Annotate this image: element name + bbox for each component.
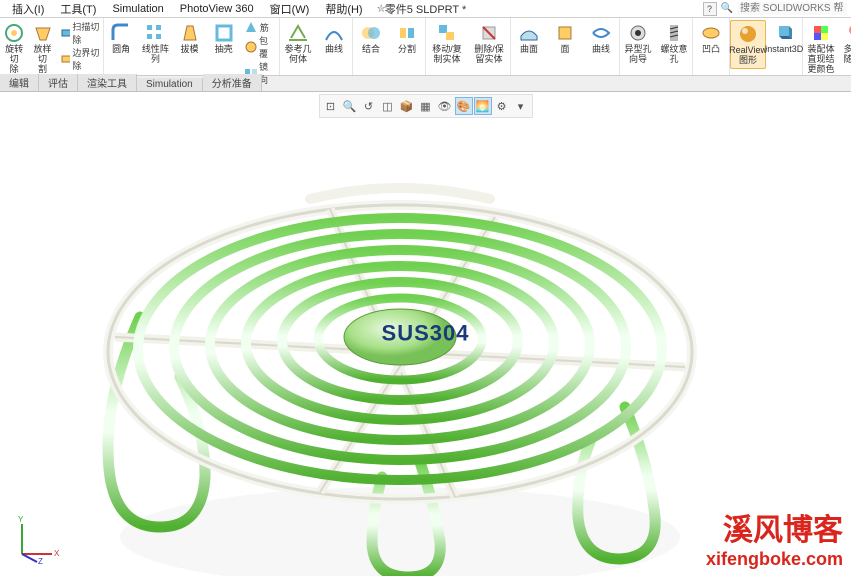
wrap-button[interactable]: 包覆	[244, 34, 276, 60]
watermark: 溪风博客 xifengboke.com	[706, 505, 843, 570]
shell-button[interactable]: 抽壳	[207, 20, 241, 57]
menu-help[interactable]: 帮助(H)	[317, 0, 370, 18]
menu-tools[interactable]: 工具(T)	[52, 0, 104, 18]
svg-text:X: X	[54, 549, 60, 558]
move-copy-body-button[interactable]: 移动/复 制实体	[426, 20, 468, 67]
tab-simulation[interactable]: Simulation	[137, 78, 203, 91]
svg-text:Y: Y	[18, 515, 24, 524]
boundary-cut-button[interactable]: 边界切除	[60, 46, 100, 72]
cut-side-col: 扫描切除 边界切除	[57, 20, 103, 72]
ribbon-group-view: RealView 图形 Instant3D	[730, 18, 803, 75]
menu-photoview[interactable]: PhotoView 360	[172, 2, 262, 16]
apply-scene-icon[interactable]: 🌅	[474, 97, 492, 115]
display-style-icon[interactable]: ▦	[417, 97, 435, 115]
tab-edit[interactable]: 编辑	[0, 74, 39, 91]
view-toolbar: ⊡ 🔍 ↺ ◫ 📦 ▦ 👁 🎨 🌅 ⚙ ▾	[319, 94, 533, 118]
ribbon-group-combine: 结合 分割	[353, 18, 426, 75]
watermark-url: xifengboke.com	[706, 549, 843, 570]
fillet-button[interactable]: 圆角	[104, 20, 138, 57]
curve-button[interactable]: 曲线	[583, 20, 619, 57]
tab-evaluate[interactable]: 评估	[39, 74, 78, 91]
curves-button[interactable]: 曲线	[316, 20, 352, 57]
thread-button[interactable]: 螺纹意 孔	[656, 20, 692, 67]
swept-cut-button[interactable]: 扫描切除	[60, 20, 100, 46]
ribbon-group-feature: 圆角 线性阵 列 拔模 抽壳 筋 包覆 镜向	[104, 18, 280, 75]
assembly-color-button[interactable]: 装配体 直现结 更颜色	[803, 20, 839, 77]
menu-window[interactable]: 窗口(W)	[262, 0, 318, 18]
zoom-fit-icon[interactable]: ⊡	[322, 97, 340, 115]
view-orient-icon[interactable]: 📦	[398, 97, 416, 115]
tab-render[interactable]: 渲染工具	[78, 74, 137, 91]
ribbon-group-color: 装配体 直现结 更颜色 多实体 随机颜 色 特征名 称修定	[803, 18, 851, 75]
draft-button[interactable]: 拔模	[172, 20, 206, 57]
tabs-bar: 编辑 评估 渲染工具 Simulation 分析准备	[0, 76, 851, 92]
loft-cut-button[interactable]: 放样切 割	[28, 20, 56, 77]
menubar: 插入(I) 工具(T) Simulation PhotoView 360 窗口(…	[0, 0, 851, 18]
ribbon-group-hole: 异型孔 向导 螺纹意 孔	[620, 18, 693, 75]
delete-keep-body-button[interactable]: 删除/保 留实体	[468, 20, 510, 67]
edit-appearance-icon[interactable]: 🎨	[455, 97, 473, 115]
section-view-icon[interactable]: ◫	[379, 97, 397, 115]
ribbon-group-body: 移动/复 制实体 删除/保 留实体	[426, 18, 511, 75]
ribbon-group-emboss: 凹凸	[693, 18, 730, 75]
hole-wizard-button[interactable]: 异型孔 向导	[620, 20, 656, 67]
split-button[interactable]: 分割	[389, 20, 425, 57]
menu-simulation[interactable]: Simulation	[104, 2, 171, 16]
surface-button[interactable]: 曲面	[511, 20, 547, 57]
ribbon-group-reference: 参考几 何体 曲线	[280, 18, 353, 75]
face-button[interactable]: 面	[547, 20, 583, 57]
ribbon-group-surface: 曲面 面 曲线	[511, 18, 620, 75]
linear-pattern-button[interactable]: 线性阵 列	[138, 20, 172, 67]
tab-analysis[interactable]: 分析准备	[203, 74, 262, 91]
search-input[interactable]	[737, 2, 847, 15]
svg-text:Z: Z	[38, 557, 43, 564]
reference-geometry-button[interactable]: 参考几 何体	[280, 20, 316, 67]
ribbon-group-cut: 旋转切 除 放样切 割 扫描切除 边界切除	[0, 18, 104, 75]
rib-button[interactable]: 筋	[244, 20, 276, 34]
view-settings-icon[interactable]: ⚙	[493, 97, 511, 115]
menu-insert[interactable]: 插入(I)	[4, 0, 52, 18]
hide-show-icon[interactable]: 👁	[436, 97, 454, 115]
ribbon: 旋转切 除 放样切 割 扫描切除 边界切除 圆角 线性阵 列 拔模 抽壳 筋 包…	[0, 18, 851, 76]
chevron-down-icon[interactable]: ▾	[512, 97, 530, 115]
combine-button[interactable]: 结合	[353, 20, 389, 57]
realview-button[interactable]: RealView 图形	[730, 20, 766, 69]
search-area: ? 🔍	[703, 2, 847, 16]
zoom-area-icon[interactable]: 🔍	[341, 97, 359, 115]
viewport[interactable]: ⊡ 🔍 ↺ ◫ 📦 ▦ 👁 🎨 🌅 ⚙ ▾	[0, 92, 851, 576]
emboss-button[interactable]: 凹凸	[693, 20, 729, 57]
document-title: 零件5 SLDPRT *	[385, 1, 467, 17]
orientation-triad[interactable]: Y X Z	[12, 514, 62, 564]
revolve-cut-button[interactable]: 旋转切 除	[0, 20, 28, 77]
watermark-text: 溪风博客	[706, 505, 843, 549]
help-button[interactable]: ?	[703, 2, 717, 16]
multibody-color-button[interactable]: 多实体 随机颜 色	[839, 20, 851, 77]
instant3d-button[interactable]: Instant3D	[766, 20, 802, 57]
model-center-text: SUS304	[382, 320, 470, 346]
search-icon: 🔍	[721, 3, 733, 14]
prev-view-icon[interactable]: ↺	[360, 97, 378, 115]
